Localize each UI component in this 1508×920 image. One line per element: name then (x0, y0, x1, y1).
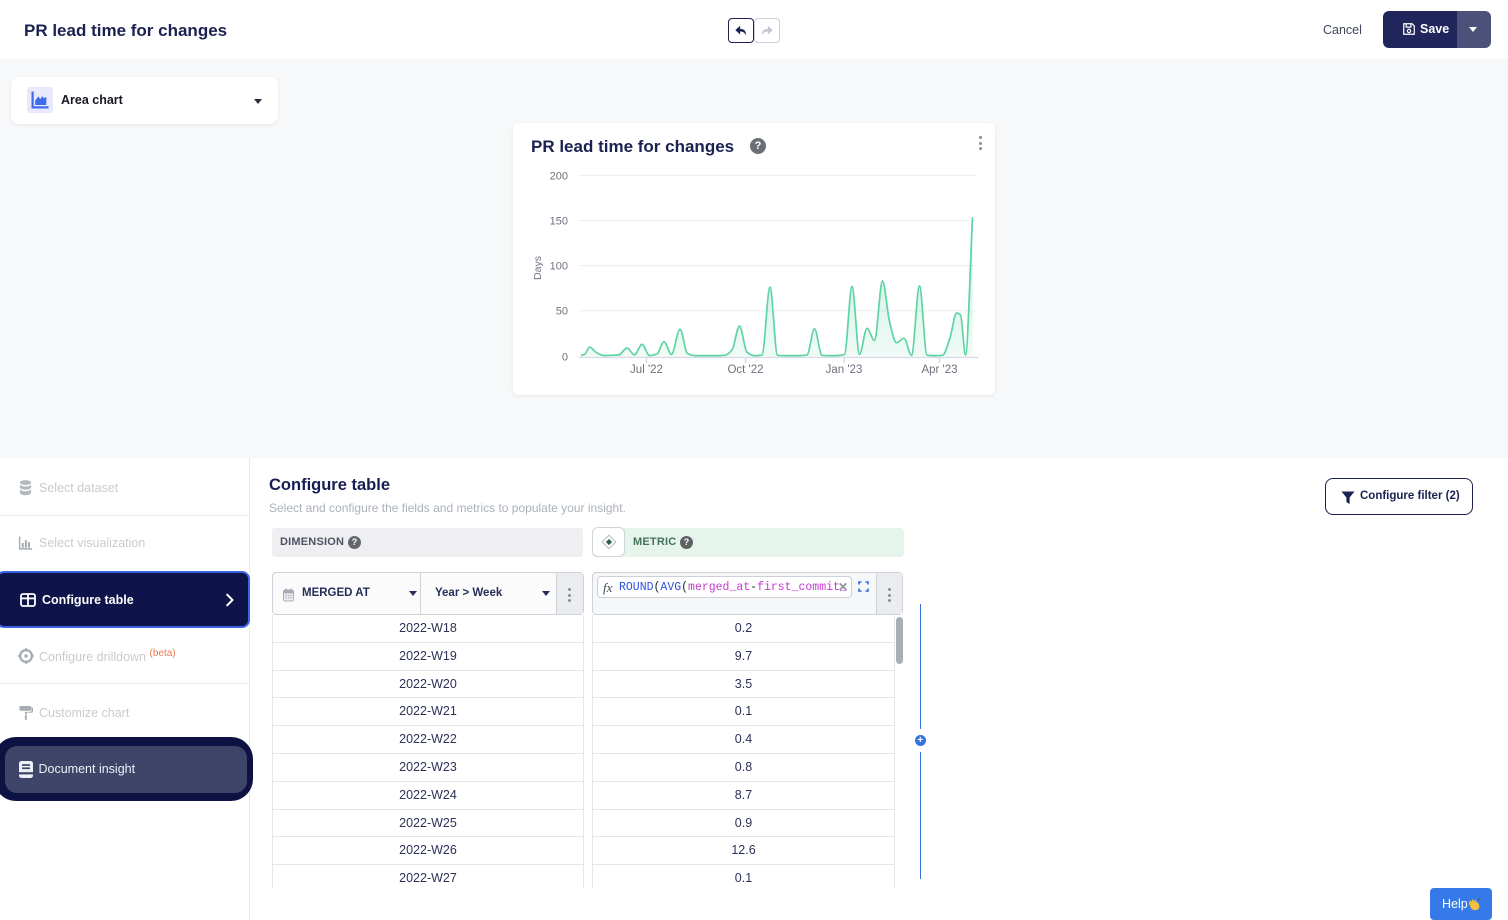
svg-text:Apr '23: Apr '23 (921, 364, 957, 376)
svg-text:Jan '23: Jan '23 (826, 364, 863, 376)
svg-text:Jul '22: Jul '22 (630, 364, 663, 376)
svg-text:150: 150 (550, 216, 568, 228)
svg-text:Oct '22: Oct '22 (727, 364, 763, 376)
svg-text:0: 0 (562, 352, 568, 364)
svg-text:50: 50 (556, 306, 568, 318)
svg-text:100: 100 (550, 261, 568, 273)
svg-text:Days: Days (532, 256, 544, 280)
svg-text:200: 200 (550, 171, 568, 183)
